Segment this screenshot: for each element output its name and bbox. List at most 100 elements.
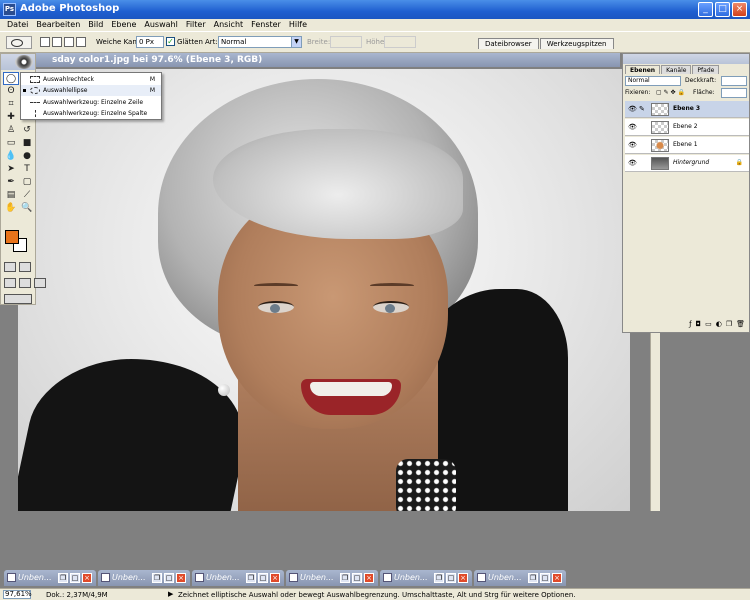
menu-auswahl[interactable]: Auswahl	[141, 19, 182, 31]
lasso-tool-icon[interactable]: ʘ	[3, 85, 19, 98]
fill-input[interactable]	[721, 88, 747, 98]
minimized-doc[interactable]: Unben... ❐ □ ×	[474, 570, 566, 586]
standard-mode-icon[interactable]	[4, 262, 16, 272]
layer-style-icon[interactable]: ƒ	[689, 320, 691, 330]
lock-icons[interactable]: ▢ ✎ ✥ 🔒	[656, 89, 685, 96]
new-layer-icon[interactable]: ❐	[726, 320, 732, 330]
shape-tool-icon[interactable]: ▢	[19, 176, 35, 189]
blur-tool-icon[interactable]: 💧	[3, 150, 19, 163]
flyout-item-single-row[interactable]: Auswahlwerkzeug: Einzelne Zeile	[21, 97, 161, 108]
screen-mode-standard-icon[interactable]	[4, 278, 16, 288]
menu-ansicht[interactable]: Ansicht	[211, 19, 249, 31]
quick-mask-icon[interactable]	[19, 262, 31, 272]
clone-stamp-icon[interactable]: ♙	[3, 124, 19, 137]
maximize-icon[interactable]: □	[70, 573, 80, 583]
eraser-tool-icon[interactable]: ▭	[3, 137, 19, 150]
close-button[interactable]: ×	[732, 2, 747, 17]
brush-link-icon[interactable]: ✎	[639, 105, 645, 113]
menu-ebene[interactable]: Ebene	[108, 19, 141, 31]
tool-preset-picker[interactable]	[6, 36, 32, 49]
minimized-doc[interactable]: Unben... ❐ □ ×	[286, 570, 378, 586]
minimize-button[interactable]: _	[698, 2, 713, 17]
zoom-field[interactable]: 97,61%	[3, 590, 32, 599]
blend-mode-select[interactable]: Normal	[625, 76, 681, 86]
jump-to-imageready-icon[interactable]	[4, 294, 32, 304]
path-select-icon[interactable]: ➤	[3, 163, 19, 176]
tab-dateibrowser[interactable]: Dateibrowser	[478, 38, 539, 49]
close-icon[interactable]: ×	[176, 573, 186, 583]
layer-row-hintergrund[interactable]: 👁 Hintergrund 🔒	[625, 155, 749, 172]
trash-icon[interactable]: 🗑	[736, 320, 745, 330]
menu-datei[interactable]: Datei	[4, 19, 33, 31]
crop-tool-icon[interactable]: ⌗	[3, 98, 19, 111]
history-brush-icon[interactable]: ↺	[19, 124, 35, 137]
screen-mode-full-icon[interactable]	[34, 278, 46, 288]
tool-palette-header[interactable]	[1, 54, 35, 70]
eye-icon[interactable]: 👁	[628, 105, 637, 113]
eye-icon[interactable]: 👁	[628, 123, 637, 131]
eyedropper-icon[interactable]: ⟋	[19, 189, 35, 202]
subtract-selection-icon[interactable]	[64, 37, 74, 47]
restore-icon[interactable]: ❐	[434, 573, 444, 583]
opacity-input[interactable]	[721, 76, 747, 86]
layer-row-ebene-3[interactable]: 👁 ✎ Ebene 3	[625, 101, 749, 118]
menu-bild[interactable]: Bild	[85, 19, 108, 31]
menu-hilfe[interactable]: Hilfe	[286, 19, 312, 31]
marquee-tool-icon[interactable]: ◯	[3, 72, 19, 85]
close-icon[interactable]: ×	[364, 573, 374, 583]
tab-kanaele[interactable]: Kanäle	[661, 65, 692, 74]
status-menu-arrow-icon[interactable]: ▶	[168, 590, 173, 598]
maximize-icon[interactable]: □	[164, 573, 174, 583]
maximize-icon[interactable]: □	[352, 573, 362, 583]
foreground-color-swatch[interactable]	[5, 230, 19, 244]
layers-palette-header[interactable]	[623, 54, 749, 64]
maximize-icon[interactable]: □	[540, 573, 550, 583]
restore-icon[interactable]: ❐	[528, 573, 538, 583]
maximize-icon[interactable]: □	[446, 573, 456, 583]
restore-icon[interactable]: ❐	[58, 573, 68, 583]
add-selection-icon[interactable]	[52, 37, 62, 47]
maximize-button[interactable]: □	[715, 2, 730, 17]
adjustment-layer-icon[interactable]: ◐	[716, 320, 722, 330]
antialias-checkbox[interactable]: ✓	[166, 37, 175, 46]
close-icon[interactable]: ×	[458, 573, 468, 583]
minimized-doc[interactable]: Unben... ❐ □ ×	[98, 570, 190, 586]
close-icon[interactable]: ×	[270, 573, 280, 583]
style-select[interactable]: Normal ▼	[218, 36, 302, 48]
restore-icon[interactable]: ❐	[246, 573, 256, 583]
notes-tool-icon[interactable]: ▤	[3, 189, 19, 202]
menu-filter[interactable]: Filter	[183, 19, 211, 31]
restore-icon[interactable]: ❐	[152, 573, 162, 583]
image-canvas[interactable]	[18, 69, 630, 511]
new-selection-icon[interactable]	[40, 37, 50, 47]
tab-ebenen[interactable]: Ebenen	[625, 65, 661, 74]
pen-tool-icon[interactable]: ✒	[3, 176, 19, 189]
intersect-selection-icon[interactable]	[76, 37, 86, 47]
menu-bearbeiten[interactable]: Bearbeiten	[33, 19, 85, 31]
eye-icon[interactable]: 👁	[628, 141, 637, 149]
zoom-tool-icon[interactable]: 🔍	[19, 202, 35, 215]
maximize-icon[interactable]: □	[258, 573, 268, 583]
minimized-doc[interactable]: Unben... ❐ □ ×	[4, 570, 96, 586]
restore-icon[interactable]: ❐	[340, 573, 350, 583]
flyout-item-rect[interactable]: Auswahlrechteck M	[21, 74, 161, 85]
healing-brush-icon[interactable]: ✚	[3, 111, 19, 124]
minimized-doc[interactable]: Unben... ❐ □ ×	[380, 570, 472, 586]
type-tool-icon[interactable]: T	[19, 163, 35, 176]
close-icon[interactable]: ×	[552, 573, 562, 583]
dodge-tool-icon[interactable]: ●	[19, 150, 35, 163]
layer-row-ebene-2[interactable]: 👁 Ebene 2	[625, 119, 749, 136]
tab-werkzeugspitzen[interactable]: Werkzeugspitzen	[539, 38, 614, 49]
close-icon[interactable]: ×	[82, 573, 92, 583]
flyout-item-single-column[interactable]: Auswahlwerkzeug: Einzelne Spalte	[21, 108, 161, 119]
minimized-doc[interactable]: Unben... ❐ □ ×	[192, 570, 284, 586]
feather-input[interactable]: 0 Px	[136, 36, 164, 48]
screen-mode-full-menu-icon[interactable]	[19, 278, 31, 288]
gradient-tool-icon[interactable]: ■	[19, 137, 35, 150]
eye-icon[interactable]: 👁	[628, 159, 637, 167]
tab-pfade[interactable]: Pfade	[692, 65, 720, 74]
layer-row-ebene-1[interactable]: 👁 Ebene 1	[625, 137, 749, 154]
layer-mask-icon[interactable]: ◘	[696, 320, 702, 330]
menu-fenster[interactable]: Fenster	[248, 19, 286, 31]
hand-tool-icon[interactable]: ✋	[3, 202, 19, 215]
